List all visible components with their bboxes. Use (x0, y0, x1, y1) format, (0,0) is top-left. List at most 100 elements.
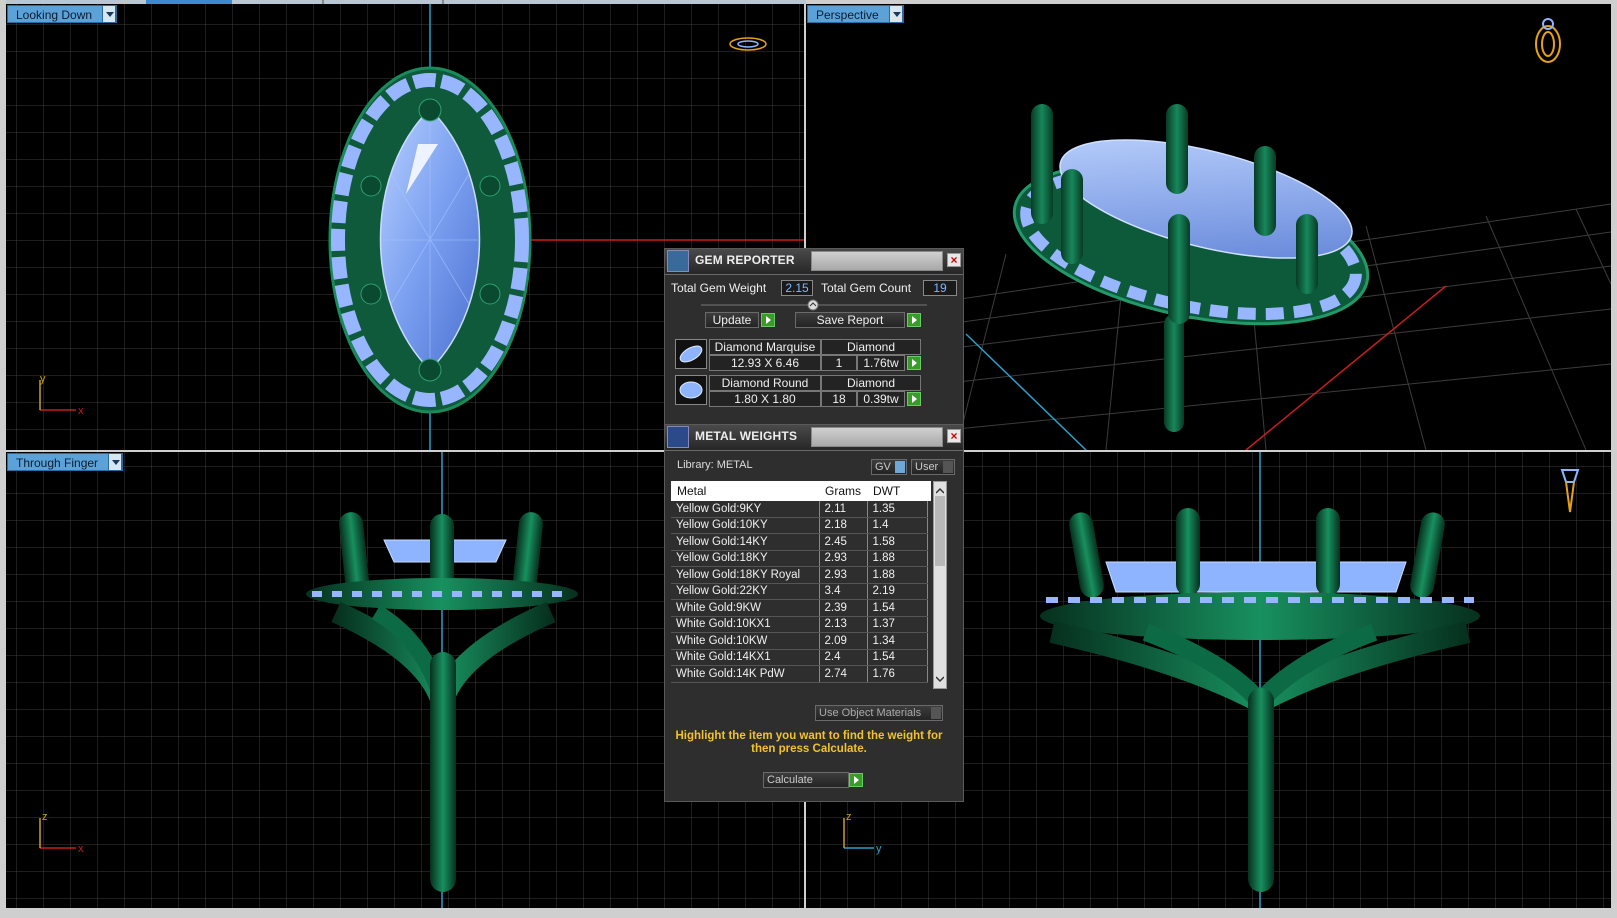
grams-cell: 3.4 (819, 583, 868, 600)
splitter-handle[interactable] (701, 299, 927, 311)
titlebar-grip[interactable] (811, 251, 943, 271)
dwt-cell: 1.34 (867, 632, 928, 650)
dwt-cell: 1.35 (867, 501, 928, 518)
axis-z-label: z (846, 811, 852, 823)
gem-row[interactable]: Diamond Marquise Diamond 12.93 X 6.46 1 … (673, 337, 949, 371)
viewport-tab-through-finger[interactable]: Through Finger (7, 453, 124, 471)
grams-cell: 2.4 (819, 649, 868, 666)
save-report-button[interactable]: Save Report (795, 312, 905, 328)
total-gem-count-value: 19 (923, 280, 957, 296)
library-label: Library: METAL (677, 459, 753, 471)
gem-select-go-icon[interactable] (907, 356, 921, 370)
grams-cell: 2.13 (819, 616, 868, 633)
metal-name-cell: Yellow Gold:22KY (671, 583, 820, 600)
table-row[interactable]: Yellow Gold:14KY 2.45 1.58 (671, 533, 928, 551)
gem-row[interactable]: Diamond Round Diamond 1.80 X 1.80 18 0.3… (673, 373, 949, 407)
grams-cell: 2.74 (819, 665, 868, 683)
col-metal: Metal (677, 484, 707, 498)
toolbar-strip (6, 0, 806, 4)
user-toggle[interactable]: User (911, 459, 955, 475)
metal-name-cell: White Gold:10KX1 (671, 616, 820, 633)
viewport-tab-perspective[interactable]: Perspective (807, 5, 904, 23)
table-row[interactable]: Yellow Gold:18KY 2.93 1.88 (671, 550, 928, 567)
total-gem-weight-label: Total Gem Weight (671, 281, 767, 295)
gem-weight: 0.39tw (857, 391, 905, 407)
axis-y-label: y (40, 373, 46, 385)
grams-cell: 2.18 (819, 517, 868, 534)
grams-cell: 2.39 (819, 599, 868, 617)
gem-count: 1 (821, 355, 857, 371)
table-row[interactable]: White Gold:14KX1 2.4 1.54 (671, 649, 928, 666)
total-gem-weight-value: 2.15 (781, 280, 813, 296)
grams-cell: 2.09 (819, 632, 868, 650)
metal-weights-panel[interactable]: METAL WEIGHTS × Library: METAL GV User M… (664, 424, 964, 802)
viewport-menu-dropdown-icon[interactable] (102, 5, 117, 23)
grams-cell: 2.11 (819, 501, 868, 518)
shank (1164, 314, 1184, 432)
table-row[interactable]: White Gold:14K PdW 2.74 1.76 (671, 665, 928, 683)
metal-name-cell: White Gold:9KW (671, 599, 820, 617)
viewport-menu-dropdown-icon[interactable] (108, 453, 123, 471)
gem-reporter-panel[interactable]: GEM REPORTER × Total Gem Weight 2.15 Tot… (664, 248, 964, 426)
grams-cell: 2.93 (819, 550, 868, 567)
gem-material: Diamond (821, 375, 921, 391)
save-report-go-icon[interactable] (907, 313, 921, 327)
gv-toggle[interactable]: GV (871, 459, 907, 475)
table-row[interactable]: White Gold:10KX1 2.13 1.37 (671, 616, 928, 633)
use-object-materials-toggle[interactable]: Use Object Materials (815, 705, 943, 721)
metal-name-cell: White Gold:14K PdW (671, 665, 820, 683)
gem-name: Diamond Round (709, 375, 821, 391)
round-thumbnail-icon (675, 375, 707, 405)
col-grams: Grams (825, 484, 861, 498)
gem-name: Diamond Marquise (709, 339, 821, 355)
update-button[interactable]: Update (705, 312, 759, 328)
gem-report-icon (667, 250, 689, 272)
dwt-cell: 1.4 (867, 517, 928, 534)
shank (1248, 688, 1274, 892)
gem-material: Diamond (821, 339, 921, 355)
gem-weight: 1.76tw (857, 355, 905, 371)
metal-name-cell: Yellow Gold:18KY (671, 550, 820, 567)
gem-count: 18 (821, 391, 857, 407)
table-row[interactable]: White Gold:10KW 2.09 1.34 (671, 632, 928, 650)
gem-reporter-titlebar[interactable]: GEM REPORTER × (665, 249, 963, 275)
scroll-thumb[interactable] (935, 496, 945, 566)
ring-orientation-icon (1535, 18, 1561, 63)
table-row[interactable]: Yellow Gold:22KY 3.4 2.19 (671, 583, 928, 600)
metal-name-cell: White Gold:10KW (671, 632, 820, 650)
dwt-cell: 1.37 (867, 616, 928, 633)
viewport-menu-dropdown-icon[interactable] (888, 5, 903, 23)
close-icon[interactable]: × (947, 253, 961, 267)
table-row[interactable]: Yellow Gold:10KY 2.18 1.4 (671, 517, 928, 534)
scale-icon (667, 426, 689, 448)
metal-table[interactable]: Yellow Gold:9KY 2.11 1.35 Yellow Gold:10KY 2… (671, 501, 933, 689)
table-row[interactable]: Yellow Gold:18KY Royal 2.93 1.88 (671, 566, 928, 584)
table-row[interactable]: White Gold:9KW 2.39 1.54 (671, 599, 928, 617)
halo-ring (1040, 592, 1480, 640)
gem-size: 12.93 X 6.46 (709, 355, 821, 371)
scroll-down-icon[interactable] (935, 672, 945, 686)
table-row[interactable]: Yellow Gold:9KY 2.11 1.35 (671, 501, 928, 518)
metal-table-header: Metal Grams DWT (671, 481, 931, 501)
shank (430, 652, 456, 892)
grams-cell: 2.45 (819, 533, 868, 551)
dwt-cell: 1.76 (867, 665, 928, 683)
metal-name-cell: Yellow Gold:14KY (671, 533, 820, 551)
dwt-cell: 1.88 (867, 550, 928, 567)
dwt-cell: 1.58 (867, 533, 928, 551)
axis-z-label: z (42, 811, 48, 823)
use-object-materials-indicator-icon (931, 707, 941, 719)
titlebar-grip[interactable] (811, 427, 943, 447)
gem-select-go-icon[interactable] (907, 392, 921, 406)
update-go-icon[interactable] (761, 313, 775, 327)
metal-table-scrollbar[interactable] (933, 481, 947, 689)
close-icon[interactable]: × (947, 429, 961, 443)
metal-weights-titlebar[interactable]: METAL WEIGHTS × (665, 425, 963, 451)
metal-name-cell: Yellow Gold:9KY (671, 501, 820, 518)
col-dwt: DWT (873, 484, 901, 498)
calculate-button[interactable]: Calculate (763, 772, 849, 788)
calculate-go-icon[interactable] (849, 773, 863, 787)
viewport-tab-looking-down[interactable]: Looking Down (7, 5, 118, 23)
dwt-cell: 1.54 (867, 599, 928, 617)
user-toggle-indicator-icon (943, 461, 953, 473)
